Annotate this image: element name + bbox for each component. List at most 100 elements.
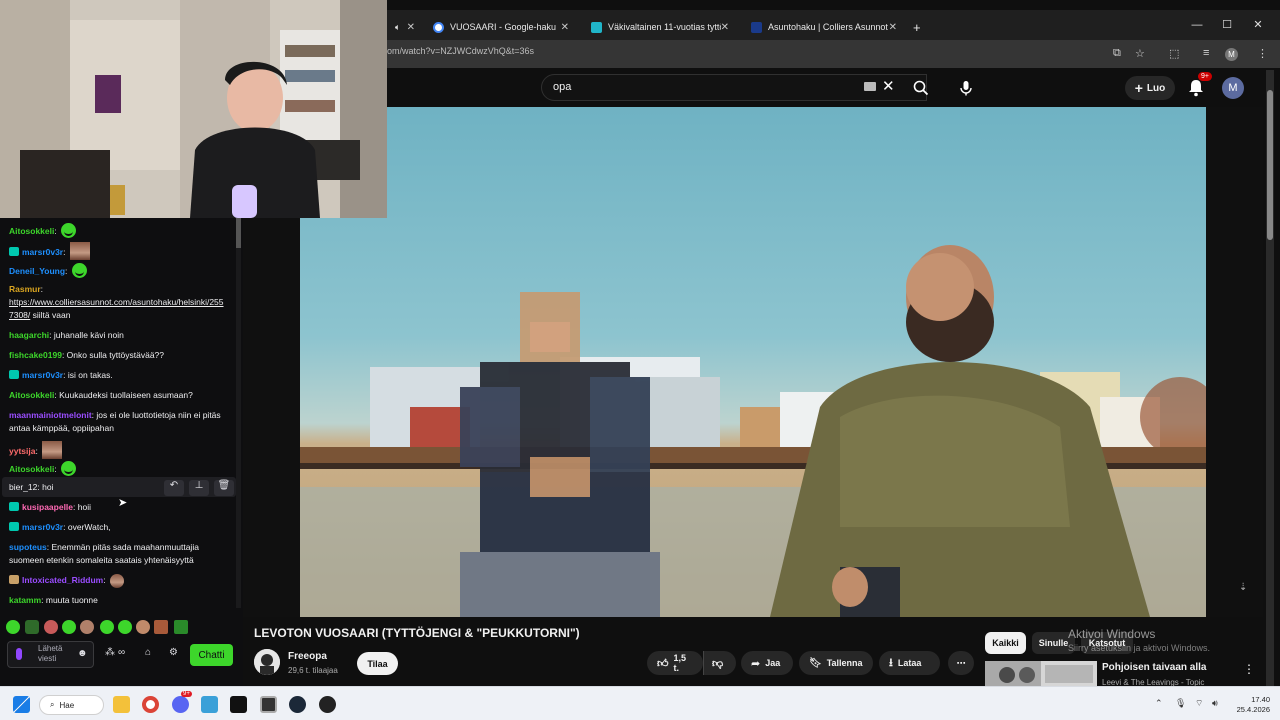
- voice-search-button[interactable]: [953, 75, 979, 101]
- recommendation-menu-icon[interactable]: ⋮: [1243, 662, 1255, 676]
- url-field[interactable]: om/watch?v=NZJWCdwzVhQ&t=36s: [387, 46, 534, 56]
- chrome-icon[interactable]: [142, 696, 159, 713]
- chat-username[interactable]: maanmainiotmelonit: [9, 410, 92, 420]
- chat-username[interactable]: supoteus: [9, 542, 47, 552]
- capcut-icon[interactable]: [230, 696, 247, 713]
- chat-username[interactable]: Aitosokkeli: [9, 226, 54, 236]
- app-icon[interactable]: [260, 696, 277, 713]
- subscribe-button[interactable]: Tilaa: [357, 652, 398, 675]
- install-app-icon[interactable]: ⧉: [1113, 47, 1121, 60]
- media-controls-icon[interactable]: ≡: [1203, 47, 1209, 59]
- dislike-button[interactable]: 👎︎: [703, 651, 736, 675]
- obs-icon[interactable]: [319, 696, 336, 713]
- minimize-icon[interactable]: —: [1182, 10, 1212, 40]
- chat-username[interactable]: marsr0v3r: [22, 370, 63, 380]
- close-icon[interactable]: ✕: [889, 22, 897, 33]
- scrollbar-thumb[interactable]: [1267, 90, 1273, 240]
- account-avatar[interactable]: M: [1222, 77, 1244, 99]
- chat-scrollbar-thumb[interactable]: [236, 218, 241, 248]
- chat-input[interactable]: Lähetä viesti ☻: [7, 641, 94, 668]
- app-icon[interactable]: [201, 696, 218, 713]
- close-window-icon[interactable]: ✕: [1243, 10, 1273, 40]
- emote-icon[interactable]: [100, 620, 114, 634]
- video-player[interactable]: ⇣: [243, 107, 1263, 617]
- tray-chevron-icon[interactable]: ⌃: [1155, 698, 1163, 709]
- emote-icon[interactable]: [154, 620, 168, 634]
- chat-username[interactable]: bier_12: [9, 482, 37, 492]
- chat-username[interactable]: kusipaapelle: [22, 502, 73, 512]
- chat-username[interactable]: Aitosokkeli: [9, 464, 54, 474]
- volume-icon[interactable]: 🔊︎: [1212, 698, 1218, 709]
- youtube-header: opa ✕ + Luo 9+ M: [387, 68, 1280, 107]
- emote-icon[interactable]: [80, 620, 94, 634]
- mic-tray-icon[interactable]: 🎙︎: [1175, 698, 1186, 709]
- create-button[interactable]: + Luo: [1125, 76, 1175, 100]
- discord-icon[interactable]: 9+: [172, 691, 192, 713]
- chat-username[interactable]: Intoxicated_Riddum: [22, 575, 103, 585]
- chat-username[interactable]: Aitosokkeli: [9, 390, 54, 400]
- recommendation-thumbnail-image: [985, 661, 1097, 687]
- tab-news-article[interactable]: Väkivaltainen 11-vuotias tyttö o ✕: [583, 14, 737, 40]
- recommendation-thumbnail[interactable]: [985, 661, 1097, 687]
- channel-avatar[interactable]: [254, 649, 280, 675]
- chat-send-button[interactable]: Chatti: [190, 644, 233, 666]
- close-icon[interactable]: ✕: [561, 22, 569, 33]
- recommendation-title[interactable]: Pohjoisen taivaan alla: [1102, 662, 1206, 673]
- notifications-button[interactable]: 9+: [1184, 72, 1212, 100]
- activate-windows-subtitle: Siirry asetuksiin ja aktivoi Windows.: [1068, 643, 1211, 653]
- search-button[interactable]: [907, 74, 935, 101]
- chat-username[interactable]: fishcake0199: [9, 350, 62, 360]
- chat-scrollbar[interactable]: [236, 218, 241, 608]
- google-icon: [433, 21, 444, 33]
- taskbar-search[interactable]: ⌕ Hae: [39, 695, 104, 715]
- chip-all[interactable]: Kaikki: [985, 632, 1026, 654]
- keyboard-icon[interactable]: [864, 82, 876, 91]
- download-button[interactable]: ⭳ Lataa: [879, 651, 940, 675]
- infinity-icon[interactable]: ∞: [118, 647, 125, 658]
- emote-icon[interactable]: [136, 620, 150, 634]
- network-icon[interactable]: ⌔: [1195, 698, 1203, 709]
- chat-username[interactable]: Deneil_Young: [9, 266, 65, 276]
- video-fullscreen-hint-icon[interactable]: ⇣: [1239, 582, 1247, 593]
- emoji-icon[interactable]: ☻: [77, 648, 88, 659]
- more-actions-button[interactable]: ⋯: [948, 651, 974, 675]
- page-scrollbar[interactable]: [1266, 70, 1274, 686]
- search-input[interactable]: opa ✕: [541, 74, 927, 101]
- windows-start-icon[interactable]: [13, 696, 30, 713]
- chat-username[interactable]: marsr0v3r: [22, 247, 63, 257]
- profile-icon[interactable]: M: [1225, 48, 1238, 61]
- bookmark-star-icon[interactable]: ☆: [1135, 47, 1145, 60]
- channel-name[interactable]: Freeopa: [288, 651, 327, 662]
- emote-icon[interactable]: [44, 620, 58, 634]
- store-icon[interactable]: ⌂: [145, 647, 151, 658]
- settings-gear-icon[interactable]: ⚙: [169, 647, 178, 658]
- voice-icon[interactable]: [16, 648, 22, 660]
- extensions-icon[interactable]: ⬚: [1169, 47, 1179, 60]
- chat-username[interactable]: katamm: [9, 595, 41, 605]
- steam-icon[interactable]: [289, 696, 306, 713]
- like-button[interactable]: 👍︎ 1,5 t.: [647, 651, 703, 675]
- menu-dots-icon[interactable]: ⋮: [1257, 47, 1268, 60]
- chat-username[interactable]: marsr0v3r: [22, 522, 63, 532]
- chat-username[interactable]: Rasmur: [9, 284, 41, 294]
- chat-username[interactable]: haagarchi: [9, 330, 49, 340]
- emote-icon[interactable]: [6, 620, 20, 634]
- tab-audio[interactable]: 🔈︎ ✕: [387, 14, 423, 40]
- bits-icon[interactable]: ⁂: [105, 647, 115, 658]
- clear-search-icon[interactable]: ✕: [882, 77, 895, 95]
- close-icon[interactable]: ✕: [721, 22, 729, 33]
- chat-username[interactable]: yytsija: [9, 446, 35, 456]
- share-button[interactable]: ➦ Jaa: [741, 651, 793, 675]
- close-icon[interactable]: ✕: [407, 22, 415, 33]
- emote-icon[interactable]: [62, 620, 76, 634]
- emote-icon[interactable]: [118, 620, 132, 634]
- emote-icon[interactable]: [174, 620, 188, 634]
- tab-colliers[interactable]: Asuntohaku | Colliers Asunnot ✕: [743, 14, 905, 40]
- system-clock[interactable]: 17.40 25.4.2026: [1228, 695, 1270, 715]
- tab-google-search[interactable]: VUOSAARI - Google-haku ✕: [425, 14, 577, 40]
- new-tab-button[interactable]: +: [905, 14, 925, 40]
- save-button[interactable]: 🔖︎ Tallenna: [799, 651, 873, 675]
- file-explorer-icon[interactable]: [113, 696, 130, 713]
- emote-icon[interactable]: [25, 620, 39, 634]
- maximize-icon[interactable]: ☐: [1212, 10, 1242, 40]
